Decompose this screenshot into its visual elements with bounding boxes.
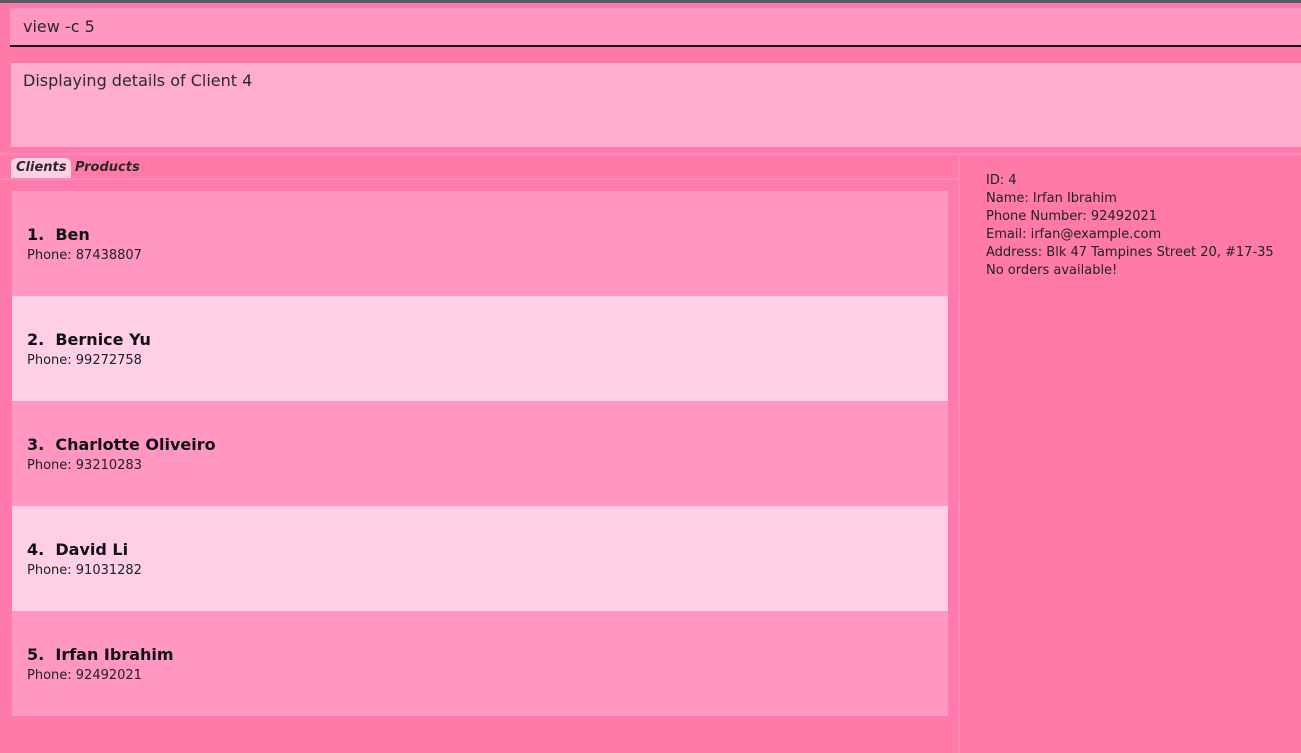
detail-phone: Phone Number: 92492021 — [986, 209, 1158, 224]
window-top-strip — [0, 0, 1301, 3]
detail-id: ID: 4 — [986, 173, 1017, 188]
client-phone: Phone: 93210283 — [27, 458, 142, 473]
client-name: 2. Bernice Yu — [27, 330, 151, 349]
client-index: 4. — [27, 540, 45, 559]
client-index: 1. — [27, 225, 45, 244]
result-display: Displaying details of Client 4 — [11, 63, 1301, 147]
client-name: 4. David Li — [27, 540, 128, 559]
detail-orders: No orders available! — [986, 263, 1118, 278]
command-box[interactable] — [10, 8, 1301, 47]
client-name-text: Irfan Ibrahim — [55, 645, 174, 664]
client-name-text: Bernice Yu — [55, 330, 151, 349]
client-card[interactable]: 5. Irfan Ibrahim Phone: 92492021 — [12, 611, 948, 716]
command-input[interactable] — [23, 17, 1273, 36]
tab-clients[interactable]: Clients — [11, 158, 72, 178]
client-phone: Phone: 87438807 — [27, 248, 142, 263]
client-name-text: Charlotte Oliveiro — [55, 435, 216, 454]
client-details: ID: 4 Name: Irfan Ibrahim Phone Number: … — [986, 172, 1274, 280]
client-index: 3. — [27, 435, 45, 454]
detail-name: Name: Irfan Ibrahim — [986, 191, 1117, 206]
result-text: Displaying details of Client 4 — [23, 71, 253, 90]
client-name-text: Ben — [55, 225, 90, 244]
client-phone: Phone: 92492021 — [27, 668, 142, 683]
client-phone: Phone: 99272758 — [27, 353, 142, 368]
client-name: 3. Charlotte Oliveiro — [27, 435, 216, 454]
client-phone: Phone: 91031282 — [27, 563, 142, 578]
detail-email: Email: irfan@example.com — [986, 227, 1162, 242]
client-index: 2. — [27, 330, 45, 349]
client-card[interactable]: 1. Ben Phone: 87438807 — [12, 191, 948, 296]
client-list-panel: Clients Products 1. Ben Phone: 87438807 … — [0, 155, 958, 753]
tab-bar: Clients Products — [0, 155, 958, 180]
client-name: 5. Irfan Ibrahim — [27, 645, 174, 664]
client-card[interactable]: 2. Bernice Yu Phone: 99272758 — [12, 296, 948, 401]
client-card[interactable]: 3. Charlotte Oliveiro Phone: 93210283 — [12, 401, 948, 506]
client-name-text: David Li — [55, 540, 129, 559]
detail-address: Address: Blk 47 Tampines Street 20, #17-… — [986, 245, 1274, 260]
tab-products[interactable]: Products — [70, 158, 145, 178]
client-list: 1. Ben Phone: 87438807 2. Bernice Yu Pho… — [12, 191, 948, 716]
client-name: 1. Ben — [27, 225, 90, 244]
client-detail-panel: ID: 4 Name: Irfan Ibrahim Phone Number: … — [960, 155, 1301, 753]
client-card[interactable]: 4. David Li Phone: 91031282 — [12, 506, 948, 611]
client-index: 5. — [27, 645, 45, 664]
